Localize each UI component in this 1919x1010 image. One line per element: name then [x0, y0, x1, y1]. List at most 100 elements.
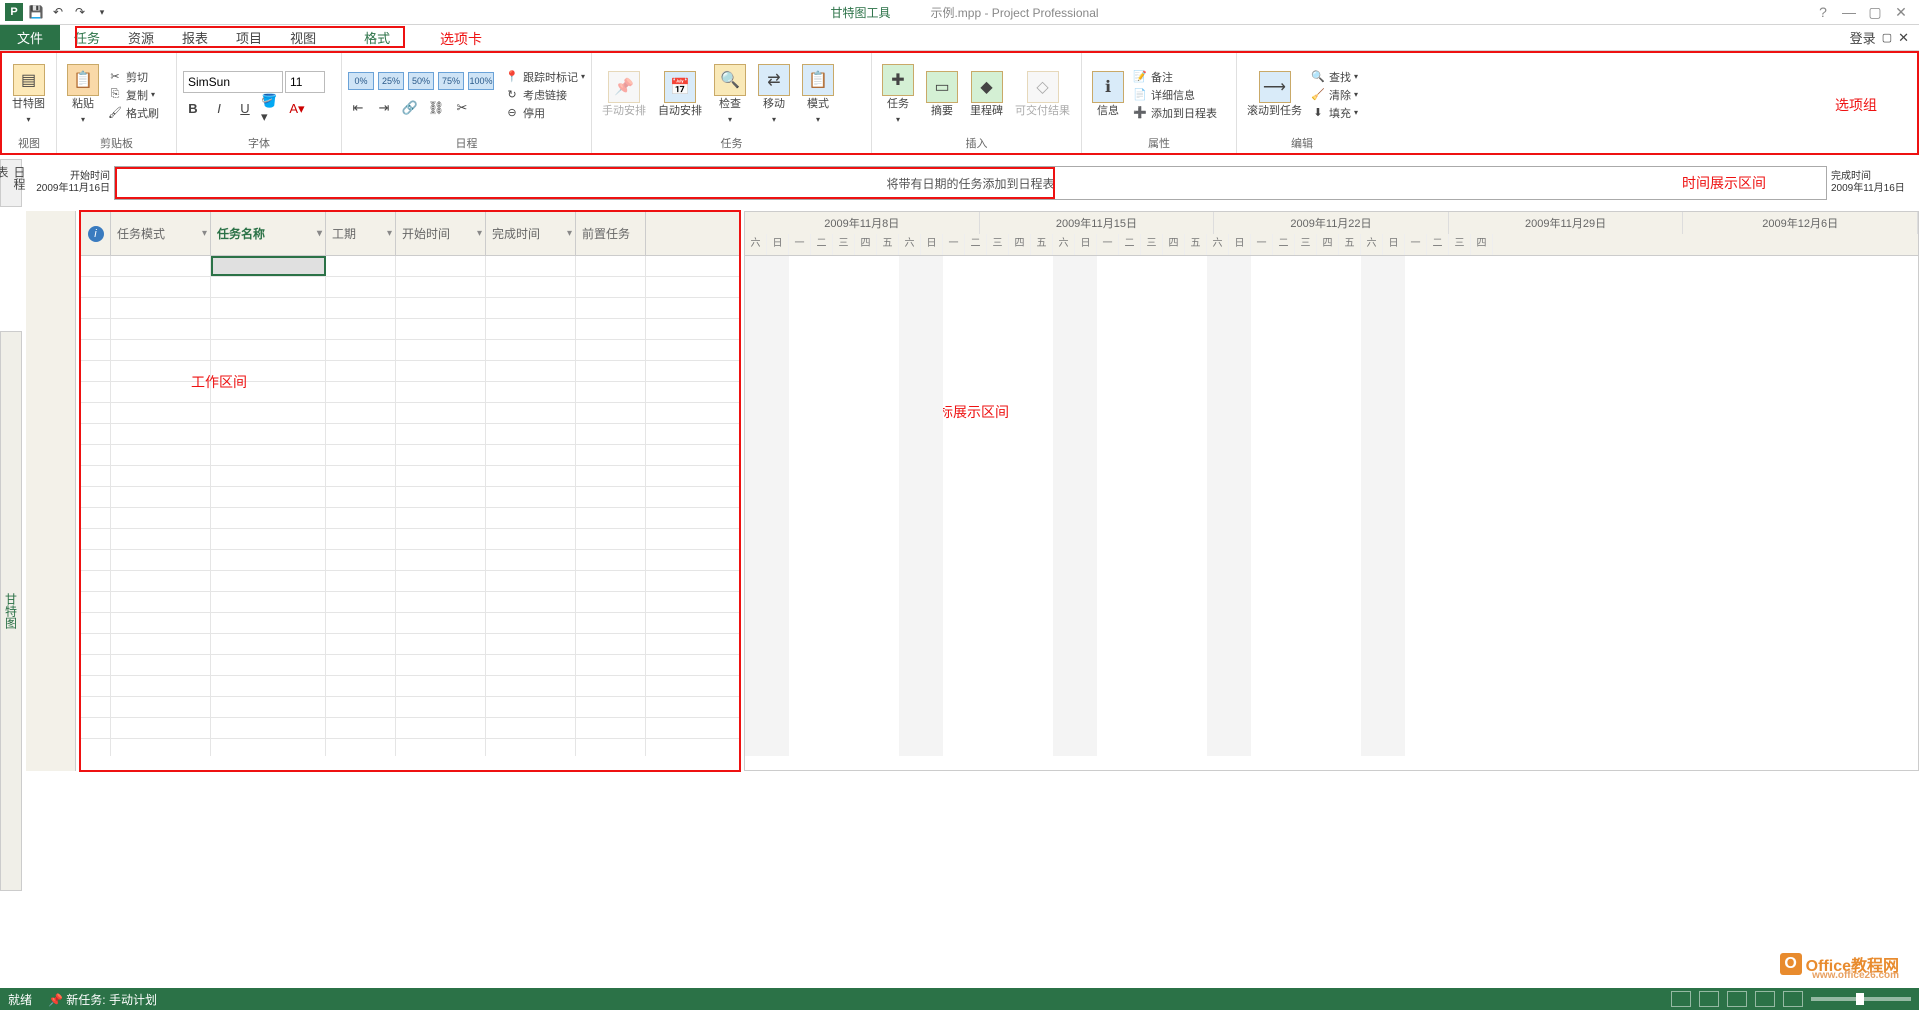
pct-100-button[interactable]: 100% — [468, 72, 494, 90]
scroll-to-task-button[interactable]: ⟶滚动到任务 — [1243, 69, 1306, 120]
table-row[interactable] — [81, 256, 739, 277]
table-row[interactable] — [81, 487, 739, 508]
fill-color-button[interactable]: 🪣▾ — [261, 99, 281, 119]
table-row[interactable] — [81, 592, 739, 613]
view-gantt-icon[interactable] — [1671, 991, 1691, 1007]
outdent-button[interactable]: ⇤ — [348, 98, 368, 118]
pct-25-button[interactable]: 25% — [378, 72, 404, 90]
table-row[interactable] — [81, 718, 739, 739]
maximize-icon[interactable]: ▢ — [1865, 4, 1885, 21]
font-color-button[interactable]: A▾ — [287, 99, 307, 119]
table-row[interactable] — [81, 739, 739, 756]
table-row[interactable] — [81, 571, 739, 592]
table-row[interactable] — [81, 361, 739, 382]
paste-button[interactable]: 📋粘贴▾ — [63, 62, 103, 128]
timeline-bar[interactable]: 将带有日期的任务添加到日程表 时间展示区间 — [114, 166, 1827, 200]
insert-task-button[interactable]: ✚任务▾ — [878, 62, 918, 128]
gantt-side-tab[interactable]: 甘特图 — [0, 331, 22, 891]
table-row[interactable] — [81, 382, 739, 403]
gantt-view-button[interactable]: ▤甘特图▾ — [8, 62, 49, 128]
col-info[interactable]: i — [81, 212, 111, 255]
qat-dropdown-icon[interactable]: ▾ — [92, 2, 112, 22]
italic-button[interactable]: I — [209, 99, 229, 119]
undo-icon[interactable]: ↶ — [48, 2, 68, 22]
unlink-button[interactable]: ⛓ — [426, 98, 446, 118]
clear-button[interactable]: 🧹清除▾ — [1310, 87, 1358, 103]
auto-schedule-button[interactable]: 📅自动安排 — [654, 69, 706, 120]
track-marker-button[interactable]: 📍跟踪时标记▾ — [504, 69, 585, 85]
link-button[interactable]: 🔗 — [400, 98, 420, 118]
pct-50-button[interactable]: 50% — [408, 72, 434, 90]
col-task-name[interactable]: 任务名称▾ — [211, 212, 326, 255]
zoom-slider[interactable] — [1811, 997, 1911, 1001]
deactivate-button[interactable]: ⊖停用 — [504, 105, 585, 121]
table-row[interactable] — [81, 298, 739, 319]
table-row[interactable] — [81, 529, 739, 550]
status-new-task[interactable]: 📌 新任务: 手动计划 — [48, 991, 157, 1008]
table-body[interactable] — [81, 256, 739, 756]
indent-button[interactable]: ⇥ — [374, 98, 394, 118]
table-row[interactable] — [81, 634, 739, 655]
view-resource-icon[interactable] — [1783, 991, 1803, 1007]
pct-75-button[interactable]: 75% — [438, 72, 464, 90]
col-finish[interactable]: 完成时间▾ — [486, 212, 576, 255]
mode-button[interactable]: 📋模式▾ — [798, 62, 838, 128]
file-tab[interactable]: 文件 — [0, 25, 60, 50]
gantt-week-header: 2009年12月6日 — [1683, 212, 1918, 234]
table-row[interactable] — [81, 613, 739, 634]
help-icon[interactable]: ? — [1813, 4, 1833, 21]
redo-icon[interactable]: ↷ — [70, 2, 90, 22]
font-name-input[interactable] — [183, 71, 283, 93]
move-button[interactable]: ⇄移动▾ — [754, 62, 794, 128]
col-predecessors[interactable]: 前置任务 — [576, 212, 646, 255]
pct-0-button[interactable]: 0% — [348, 72, 374, 90]
add-to-timeline-button[interactable]: ➕添加到日程表 — [1132, 105, 1217, 121]
notes-button[interactable]: 📝备注 — [1132, 69, 1217, 85]
minimize-icon[interactable]: — — [1839, 4, 1859, 21]
col-start[interactable]: 开始时间▾ — [396, 212, 486, 255]
view-usage-icon[interactable] — [1699, 991, 1719, 1007]
insert-summary-button[interactable]: ▭摘要 — [922, 69, 962, 120]
table-row[interactable] — [81, 508, 739, 529]
bold-button[interactable]: B — [183, 99, 203, 119]
cut-button[interactable]: ✂剪切 — [107, 69, 159, 85]
table-row[interactable] — [81, 697, 739, 718]
app-icon[interactable]: P — [4, 2, 24, 22]
copy-button[interactable]: ⎘复制▾ — [107, 87, 159, 103]
col-task-mode[interactable]: 任务模式▾ — [111, 212, 211, 255]
format-painter-button[interactable]: 🖌格式刷 — [107, 105, 159, 121]
details-button[interactable]: 📄详细信息 — [1132, 87, 1217, 103]
col-duration[interactable]: 工期▾ — [326, 212, 396, 255]
view-calendar-icon[interactable] — [1755, 991, 1775, 1007]
inspect-button[interactable]: 🔍检查▾ — [710, 62, 750, 128]
fill-button[interactable]: ⬇填充▾ — [1310, 105, 1358, 121]
table-row[interactable] — [81, 676, 739, 697]
timeline-side-tab[interactable]: 日程表 — [0, 159, 22, 207]
underline-button[interactable]: U — [235, 99, 255, 119]
view-network-icon[interactable] — [1727, 991, 1747, 1007]
login-link[interactable]: 登录 — [1850, 28, 1876, 47]
gantt-day-header: 六 — [899, 234, 921, 256]
window-close-inner-icon[interactable]: ✕ — [1898, 30, 1909, 46]
split-button[interactable]: ✂ — [452, 98, 472, 118]
manual-schedule-button[interactable]: 📌手动安排 — [598, 69, 650, 120]
info-button[interactable]: ℹ信息 — [1088, 69, 1128, 120]
table-row[interactable] — [81, 655, 739, 676]
table-row[interactable] — [81, 550, 739, 571]
ribbon-collapse-icon[interactable]: ▢ — [1882, 31, 1892, 44]
insert-deliverable-button[interactable]: ◇可交付结果 — [1011, 69, 1074, 120]
insert-milestone-button[interactable]: ◆里程碑 — [966, 69, 1007, 120]
table-row[interactable] — [81, 319, 739, 340]
table-row[interactable] — [81, 424, 739, 445]
table-row[interactable] — [81, 403, 739, 424]
table-row[interactable] — [81, 445, 739, 466]
table-row[interactable] — [81, 340, 739, 361]
close-icon[interactable]: ✕ — [1891, 4, 1911, 21]
save-icon[interactable]: 💾 — [26, 2, 46, 22]
find-button[interactable]: 🔍查找▾ — [1310, 69, 1358, 85]
table-row[interactable] — [81, 466, 739, 487]
gantt-body[interactable] — [745, 256, 1918, 756]
respect-links-button[interactable]: ↻考虑链接 — [504, 87, 585, 103]
table-row[interactable] — [81, 277, 739, 298]
font-size-input[interactable] — [285, 71, 325, 93]
